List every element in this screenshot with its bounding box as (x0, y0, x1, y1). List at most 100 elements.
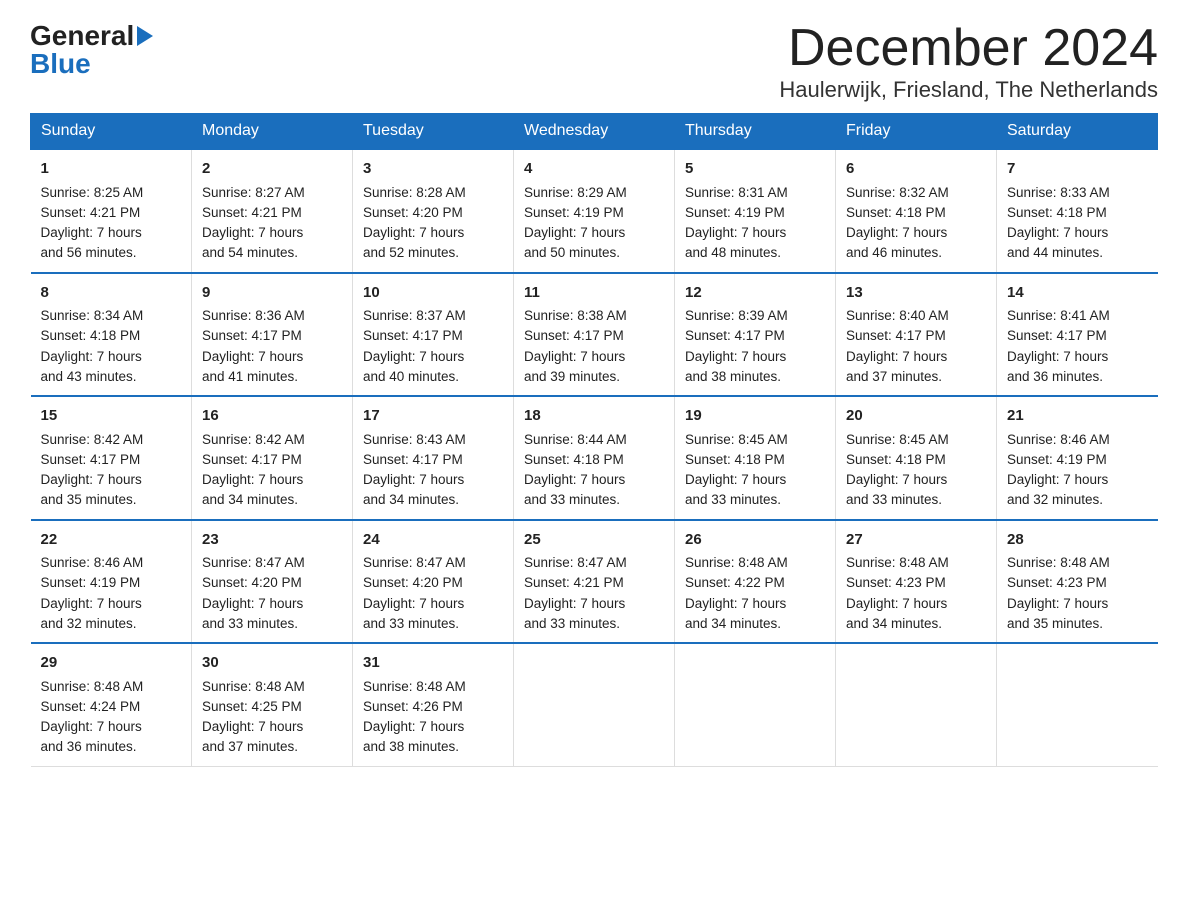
sunset-label: Sunset: 4:21 PM (202, 205, 302, 220)
daylight-label: Daylight: 7 hours (41, 472, 142, 487)
sunrise-label: Sunrise: 8:46 AM (1007, 432, 1110, 447)
calendar-cell: 21 Sunrise: 8:46 AM Sunset: 4:19 PM Dayl… (997, 396, 1158, 520)
daylight-and-text: and 34 minutes. (363, 492, 459, 507)
daylight-and-text: and 54 minutes. (202, 245, 298, 260)
sunset-label: Sunset: 4:18 PM (846, 452, 946, 467)
sunset-label: Sunset: 4:17 PM (846, 328, 946, 343)
sunrise-label: Sunrise: 8:45 AM (685, 432, 788, 447)
sunset-label: Sunset: 4:18 PM (1007, 205, 1107, 220)
daylight-label: Daylight: 7 hours (363, 225, 464, 240)
sunset-label: Sunset: 4:19 PM (1007, 452, 1107, 467)
sunrise-label: Sunrise: 8:40 AM (846, 308, 949, 323)
day-number: 31 (363, 652, 503, 675)
day-number: 3 (363, 158, 503, 181)
daylight-and-text: and 44 minutes. (1007, 245, 1103, 260)
col-wednesday: Wednesday (514, 114, 675, 150)
calendar-cell: 17 Sunrise: 8:43 AM Sunset: 4:17 PM Dayl… (353, 396, 514, 520)
calendar-cell (997, 643, 1158, 766)
daylight-and-text: and 35 minutes. (1007, 616, 1103, 631)
daylight-and-text: and 46 minutes. (846, 245, 942, 260)
day-number: 6 (846, 158, 986, 181)
calendar-cell: 10 Sunrise: 8:37 AM Sunset: 4:17 PM Dayl… (353, 273, 514, 397)
daylight-label: Daylight: 7 hours (41, 596, 142, 611)
day-number: 11 (524, 282, 664, 305)
day-number: 15 (41, 405, 182, 428)
day-number: 1 (41, 158, 182, 181)
calendar-week-row: 1 Sunrise: 8:25 AM Sunset: 4:21 PM Dayli… (31, 149, 1158, 273)
daylight-label: Daylight: 7 hours (202, 719, 303, 734)
calendar-cell: 24 Sunrise: 8:47 AM Sunset: 4:20 PM Dayl… (353, 520, 514, 644)
daylight-and-text: and 33 minutes. (685, 492, 781, 507)
calendar-table: Sunday Monday Tuesday Wednesday Thursday… (30, 113, 1158, 767)
day-number: 19 (685, 405, 825, 428)
daylight-label: Daylight: 7 hours (524, 472, 625, 487)
logo-arrow-icon (137, 26, 153, 46)
daylight-label: Daylight: 7 hours (685, 349, 786, 364)
day-number: 16 (202, 405, 342, 428)
calendar-cell (836, 643, 997, 766)
day-number: 13 (846, 282, 986, 305)
day-number: 4 (524, 158, 664, 181)
sunrise-label: Sunrise: 8:25 AM (41, 185, 144, 200)
daylight-and-text: and 37 minutes. (846, 369, 942, 384)
location-subtitle: Haulerwijk, Friesland, The Netherlands (779, 77, 1158, 103)
calendar-cell: 16 Sunrise: 8:42 AM Sunset: 4:17 PM Dayl… (192, 396, 353, 520)
daylight-and-text: and 39 minutes. (524, 369, 620, 384)
calendar-cell: 23 Sunrise: 8:47 AM Sunset: 4:20 PM Dayl… (192, 520, 353, 644)
sunset-label: Sunset: 4:25 PM (202, 699, 302, 714)
daylight-and-text: and 35 minutes. (41, 492, 137, 507)
daylight-and-text: and 38 minutes. (363, 739, 459, 754)
day-number: 30 (202, 652, 342, 675)
daylight-label: Daylight: 7 hours (202, 472, 303, 487)
sunrise-label: Sunrise: 8:47 AM (202, 555, 305, 570)
sunrise-label: Sunrise: 8:33 AM (1007, 185, 1110, 200)
day-number: 25 (524, 529, 664, 552)
sunrise-label: Sunrise: 8:29 AM (524, 185, 627, 200)
daylight-label: Daylight: 7 hours (1007, 225, 1108, 240)
daylight-label: Daylight: 7 hours (363, 349, 464, 364)
sunrise-label: Sunrise: 8:45 AM (846, 432, 949, 447)
sunset-label: Sunset: 4:17 PM (363, 452, 463, 467)
daylight-and-text: and 34 minutes. (685, 616, 781, 631)
calendar-cell: 26 Sunrise: 8:48 AM Sunset: 4:22 PM Dayl… (675, 520, 836, 644)
daylight-and-text: and 43 minutes. (41, 369, 137, 384)
sunset-label: Sunset: 4:17 PM (202, 452, 302, 467)
daylight-label: Daylight: 7 hours (363, 719, 464, 734)
calendar-cell: 9 Sunrise: 8:36 AM Sunset: 4:17 PM Dayli… (192, 273, 353, 397)
daylight-and-text: and 33 minutes. (524, 492, 620, 507)
calendar-cell: 31 Sunrise: 8:48 AM Sunset: 4:26 PM Dayl… (353, 643, 514, 766)
daylight-and-text: and 32 minutes. (41, 616, 137, 631)
calendar-week-row: 8 Sunrise: 8:34 AM Sunset: 4:18 PM Dayli… (31, 273, 1158, 397)
calendar-cell: 6 Sunrise: 8:32 AM Sunset: 4:18 PM Dayli… (836, 149, 997, 273)
sunrise-label: Sunrise: 8:48 AM (41, 679, 144, 694)
calendar-cell: 5 Sunrise: 8:31 AM Sunset: 4:19 PM Dayli… (675, 149, 836, 273)
calendar-cell: 12 Sunrise: 8:39 AM Sunset: 4:17 PM Dayl… (675, 273, 836, 397)
day-number: 23 (202, 529, 342, 552)
calendar-cell: 30 Sunrise: 8:48 AM Sunset: 4:25 PM Dayl… (192, 643, 353, 766)
daylight-label: Daylight: 7 hours (202, 225, 303, 240)
calendar-cell: 8 Sunrise: 8:34 AM Sunset: 4:18 PM Dayli… (31, 273, 192, 397)
calendar-header-row: Sunday Monday Tuesday Wednesday Thursday… (31, 114, 1158, 150)
daylight-label: Daylight: 7 hours (363, 596, 464, 611)
sunrise-label: Sunrise: 8:37 AM (363, 308, 466, 323)
sunrise-label: Sunrise: 8:47 AM (363, 555, 466, 570)
sunset-label: Sunset: 4:18 PM (41, 328, 141, 343)
calendar-cell: 15 Sunrise: 8:42 AM Sunset: 4:17 PM Dayl… (31, 396, 192, 520)
sunset-label: Sunset: 4:20 PM (363, 575, 463, 590)
day-number: 24 (363, 529, 503, 552)
sunset-label: Sunset: 4:17 PM (41, 452, 141, 467)
day-number: 9 (202, 282, 342, 305)
sunset-label: Sunset: 4:20 PM (202, 575, 302, 590)
daylight-and-text: and 37 minutes. (202, 739, 298, 754)
daylight-and-text: and 38 minutes. (685, 369, 781, 384)
col-friday: Friday (836, 114, 997, 150)
calendar-cell: 25 Sunrise: 8:47 AM Sunset: 4:21 PM Dayl… (514, 520, 675, 644)
calendar-week-row: 29 Sunrise: 8:48 AM Sunset: 4:24 PM Dayl… (31, 643, 1158, 766)
calendar-cell: 4 Sunrise: 8:29 AM Sunset: 4:19 PM Dayli… (514, 149, 675, 273)
daylight-label: Daylight: 7 hours (1007, 472, 1108, 487)
sunset-label: Sunset: 4:20 PM (363, 205, 463, 220)
sunrise-label: Sunrise: 8:36 AM (202, 308, 305, 323)
day-number: 18 (524, 405, 664, 428)
sunset-label: Sunset: 4:26 PM (363, 699, 463, 714)
sunset-label: Sunset: 4:17 PM (1007, 328, 1107, 343)
